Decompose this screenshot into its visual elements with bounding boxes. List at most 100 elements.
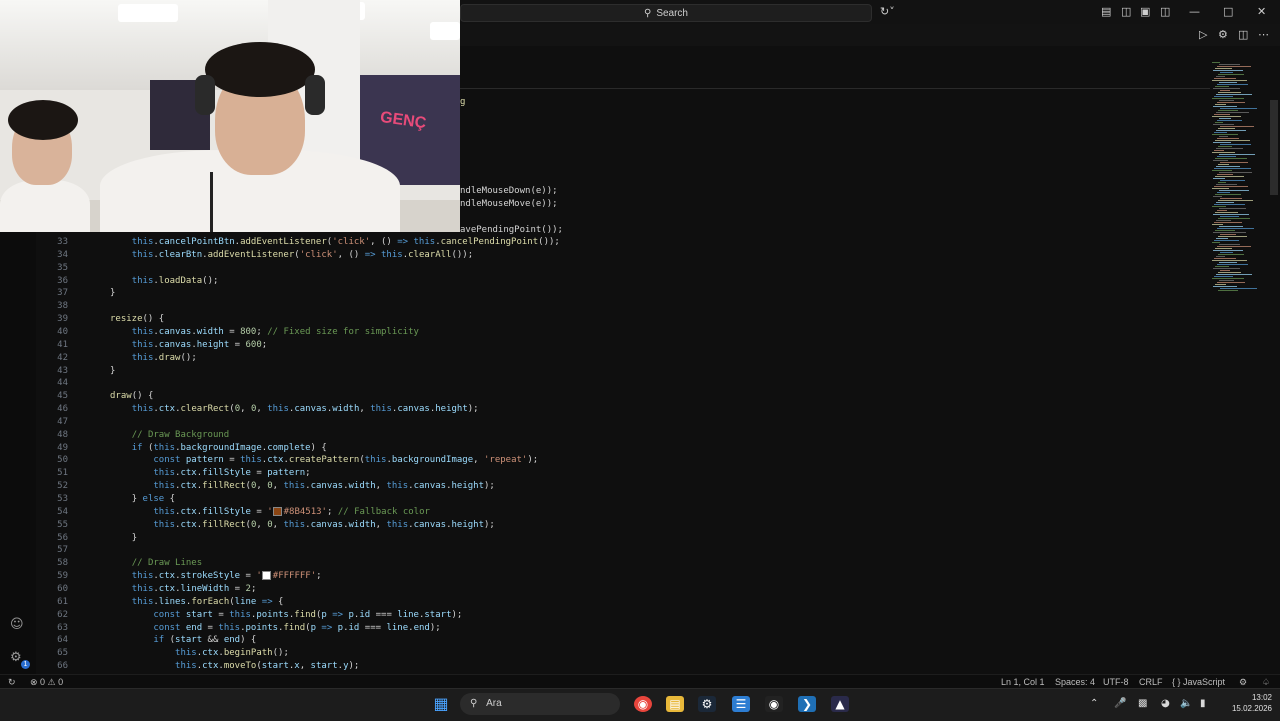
code-line[interactable]: 61 this.lines.forEach(line => { bbox=[40, 596, 283, 609]
code-line[interactable]: 44 bbox=[40, 377, 110, 390]
encoding[interactable]: UTF-8 bbox=[1103, 676, 1129, 688]
more-actions-icon[interactable]: ⋯ bbox=[1258, 28, 1269, 41]
code-line[interactable]: 51 this.ctx.fillStyle = pattern; bbox=[40, 467, 310, 480]
toggle-primary-sidebar-icon[interactable]: ◫ bbox=[1121, 5, 1131, 19]
code-line[interactable]: 58 // Draw Lines bbox=[40, 557, 202, 570]
line-code: this.canvas.height = 600; bbox=[131, 339, 268, 350]
display-icon[interactable]: ▩ bbox=[1138, 698, 1147, 709]
code-line[interactable]: 62 const start = this.points.find(p => p… bbox=[40, 609, 462, 622]
line-code: if (this.backgroundImage.complete) { bbox=[131, 442, 327, 453]
code-line[interactable]: 50 const pattern = this.ctx.createPatter… bbox=[40, 454, 538, 467]
code-line[interactable]: 42 this.draw(); bbox=[40, 352, 197, 365]
minimap-line bbox=[1217, 192, 1230, 193]
command-search-box[interactable]: ⚲ Search bbox=[460, 4, 872, 22]
minimap-line bbox=[1218, 200, 1253, 201]
debug-settings-icon[interactable]: ⚙ bbox=[1218, 28, 1228, 41]
split-editor-icon[interactable]: ◫ bbox=[1238, 28, 1248, 41]
minimap-line bbox=[1217, 228, 1254, 229]
volume-icon[interactable]: 🔈 bbox=[1180, 698, 1192, 709]
copilot-status-icon[interactable]: ⚙ bbox=[1239, 676, 1247, 688]
minimap-line bbox=[1219, 100, 1234, 101]
code-line[interactable]: 53 } else { bbox=[40, 493, 175, 506]
minimap-line bbox=[1216, 238, 1228, 239]
code-line[interactable]: 37} bbox=[40, 287, 115, 300]
line-code: const pattern = this.ctx.createPattern(t… bbox=[153, 455, 539, 466]
code-line[interactable]: 46 this.ctx.clearRect(0, 0, this.canvas.… bbox=[40, 403, 478, 416]
line-code: } else { bbox=[131, 494, 176, 504]
taskbar-search[interactable]: ⚲ Ara bbox=[460, 693, 620, 715]
wifi-icon[interactable]: ◕ bbox=[1161, 698, 1170, 709]
cursor-position[interactable]: Ln 1, Col 1 bbox=[1001, 676, 1045, 688]
minimap-line bbox=[1212, 80, 1247, 81]
minimap-line bbox=[1216, 202, 1234, 203]
minimap-line bbox=[1214, 222, 1242, 223]
chrome-icon[interactable]: ◉ bbox=[634, 696, 652, 712]
run-icon[interactable]: ▷ bbox=[1199, 28, 1207, 41]
code-line[interactable]: 45 draw() { bbox=[40, 390, 153, 403]
code-line[interactable]: 34 this.clearBtn.addEventListener('click… bbox=[40, 249, 473, 262]
customize-layout-icon[interactable]: ▤ bbox=[1101, 5, 1111, 19]
start-menu-icon[interactable]: ▦ bbox=[432, 696, 450, 712]
line-number: 39 bbox=[57, 314, 68, 325]
person-left-body bbox=[0, 180, 90, 232]
microphone-icon[interactable]: 🎤 bbox=[1114, 698, 1126, 709]
app-icon[interactable]: ▲ bbox=[831, 696, 849, 712]
minimap[interactable] bbox=[1212, 62, 1268, 292]
battery-icon[interactable]: ▮ bbox=[1200, 698, 1206, 709]
tray-chevron-icon[interactable]: ⌃ bbox=[1090, 698, 1098, 709]
notifications-bell-icon[interactable]: ♤ bbox=[1262, 676, 1270, 688]
minimap-line bbox=[1215, 104, 1226, 105]
system-clock[interactable]: 13:02 15.02.2026 bbox=[1218, 692, 1272, 714]
code-line[interactable]: 47 bbox=[40, 416, 110, 429]
steam-icon[interactable]: ⚙ bbox=[698, 696, 716, 712]
minimap-line bbox=[1219, 190, 1249, 191]
manage-gear-icon[interactable]: ⚙ bbox=[10, 650, 22, 665]
close-icon[interactable]: ✕ bbox=[1257, 5, 1266, 19]
notepad-icon[interactable]: ☰ bbox=[732, 696, 750, 712]
line-number: 49 bbox=[57, 442, 68, 453]
account-icon[interactable]: ☺ bbox=[10, 617, 24, 632]
code-line[interactable]: 36 this.loadData(); bbox=[40, 275, 218, 288]
code-line[interactable]: 65 this.ctx.beginPath(); bbox=[40, 647, 289, 660]
code-line[interactable]: 57 bbox=[40, 544, 110, 557]
code-line[interactable]: 56 } bbox=[40, 532, 137, 545]
line-number: 38 bbox=[57, 301, 68, 312]
editor-scrollbar[interactable] bbox=[1270, 100, 1278, 195]
minimap-line bbox=[1218, 272, 1241, 273]
code-line[interactable]: 43} bbox=[40, 365, 115, 378]
indentation[interactable]: Spaces: 4 bbox=[1055, 676, 1095, 688]
code-line[interactable]: 33 this.cancelPointBtn.addEventListener(… bbox=[40, 236, 560, 249]
file-explorer-icon[interactable]: ▤ bbox=[666, 696, 684, 712]
code-line[interactable]: 35 bbox=[40, 262, 110, 275]
copilot-icon[interactable]: ↻˅ bbox=[880, 5, 895, 19]
code-line[interactable]: 64 if (start && end) { bbox=[40, 634, 256, 647]
line-code: } bbox=[110, 288, 116, 299]
code-line[interactable]: 41 this.canvas.height = 600; bbox=[40, 339, 267, 352]
vscode-icon[interactable]: ❯ bbox=[798, 696, 816, 712]
minimap-line bbox=[1219, 118, 1231, 119]
code-line[interactable]: 49 if (this.backgroundImage.complete) { bbox=[40, 442, 327, 455]
code-line[interactable]: 40 this.canvas.width = 800; // Fixed siz… bbox=[40, 326, 419, 339]
remote-icon[interactable]: ↻ bbox=[8, 676, 16, 688]
code-line[interactable]: 39 resize() { bbox=[40, 313, 164, 326]
code-line[interactable]: 52 this.ctx.fillRect(0, 0, this.canvas.w… bbox=[40, 480, 495, 493]
minimap-line bbox=[1217, 282, 1245, 283]
code-line[interactable]: 63 const end = this.points.find(p => p.i… bbox=[40, 622, 441, 635]
code-line[interactable]: 66 this.ctx.moveTo(start.x, start.y); bbox=[40, 660, 359, 673]
code-line[interactable]: 59 this.ctx.strokeStyle = ' #FFFFFF'; bbox=[40, 570, 322, 583]
code-line[interactable]: 48 // Draw Background bbox=[40, 429, 229, 442]
problems-indicator[interactable]: ⊗ 0 ⚠ 0 bbox=[30, 676, 63, 688]
language-mode[interactable]: { } JavaScript bbox=[1172, 676, 1225, 688]
minimap-line bbox=[1212, 116, 1241, 117]
code-line[interactable]: 38 bbox=[40, 300, 110, 313]
code-line[interactable]: 54 this.ctx.fillStyle = ' #8B4513'; // Fa… bbox=[40, 506, 430, 519]
obs-icon[interactable]: ◉ bbox=[765, 696, 783, 712]
maximize-icon[interactable]: □ bbox=[1223, 5, 1233, 19]
toggle-panel-icon[interactable]: ▣ bbox=[1140, 5, 1150, 19]
end-of-line[interactable]: CRLF bbox=[1139, 676, 1163, 688]
code-line[interactable]: 55 this.ctx.fillRect(0, 0, this.canvas.w… bbox=[40, 519, 495, 532]
code-line[interactable]: 60 this.ctx.lineWidth = 2; bbox=[40, 583, 256, 596]
minimize-icon[interactable]: — bbox=[1189, 5, 1200, 19]
minimap-line bbox=[1214, 96, 1233, 97]
toggle-secondary-sidebar-icon[interactable]: ◫ bbox=[1160, 5, 1170, 19]
